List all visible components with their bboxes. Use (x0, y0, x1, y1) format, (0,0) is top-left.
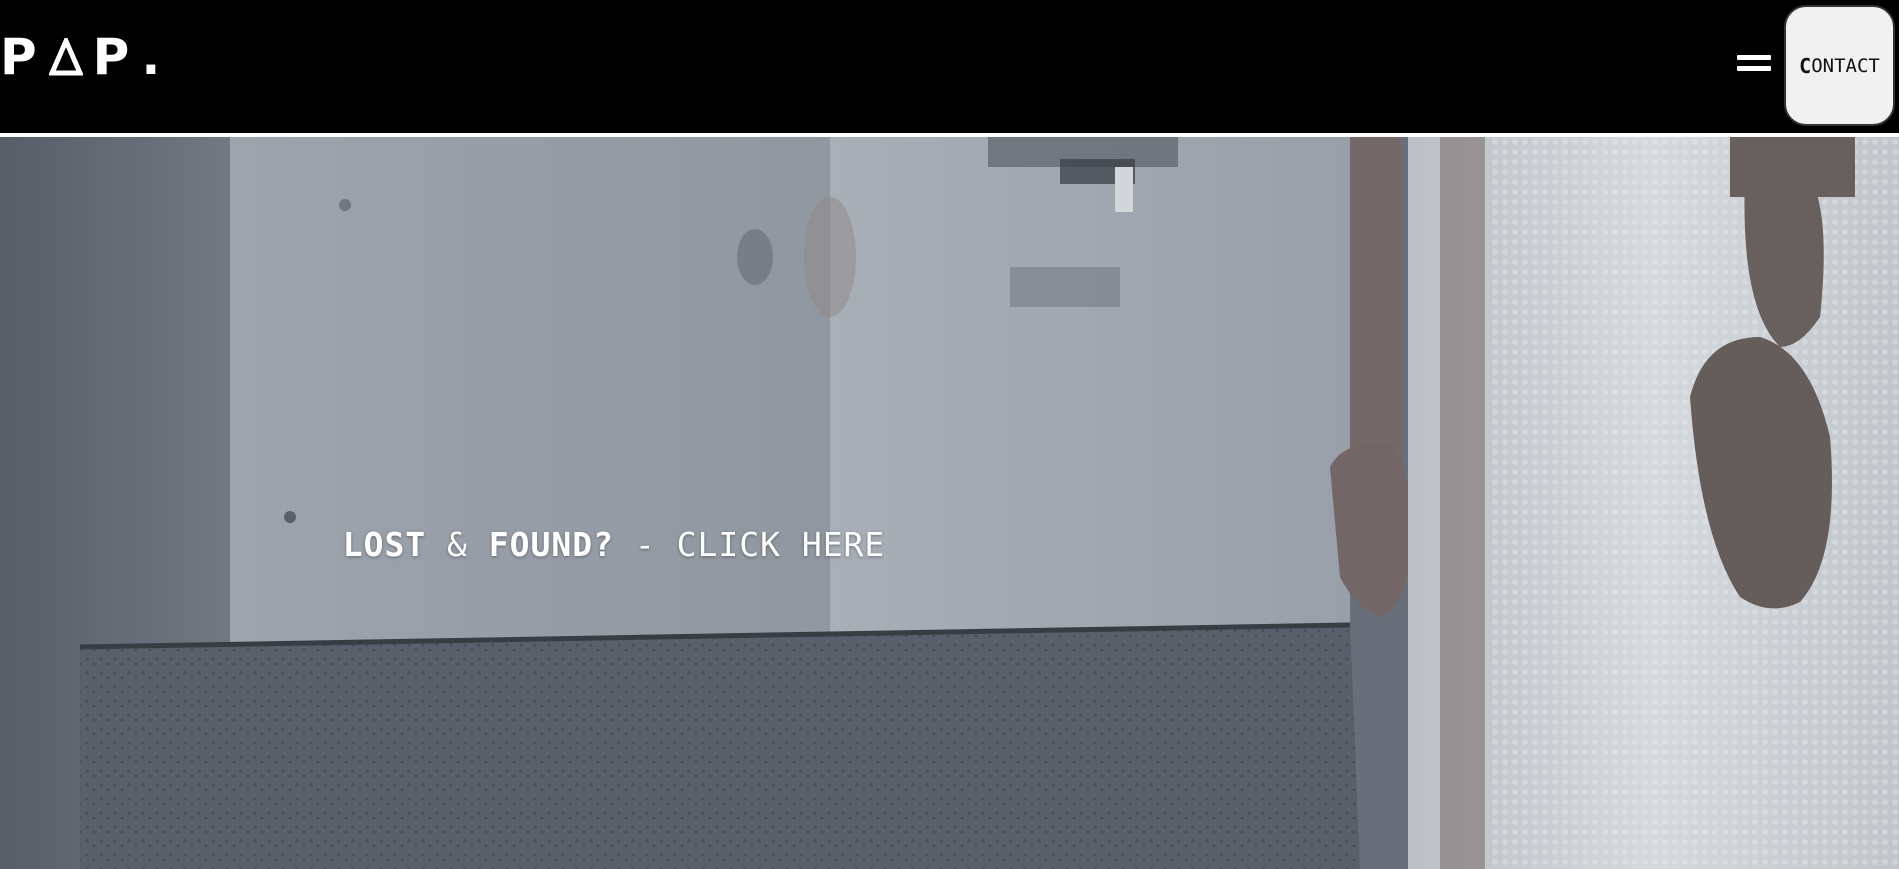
logo-letter-p2: P (92, 28, 132, 86)
site-logo[interactable]: P P . (0, 28, 163, 86)
hamburger-menu-icon[interactable] (1737, 53, 1771, 73)
cta-amp: & (426, 525, 489, 564)
contact-button[interactable]: C ONTACT (1784, 5, 1895, 126)
cta-click-here: - CLICK HERE (614, 525, 886, 564)
menu-bar-top (1737, 55, 1771, 60)
triangle-logo-icon (48, 38, 83, 76)
cta-lost: LOST (342, 525, 427, 564)
contact-rest: ONTACT (1811, 54, 1880, 77)
contact-first-letter: C (1799, 53, 1812, 78)
logo-dot: . (141, 28, 163, 86)
menu-bar-bottom (1737, 66, 1771, 71)
hero-image (0, 137, 1899, 869)
site-header: P P . C ONTACT (0, 0, 1899, 133)
lost-and-found-link[interactable]: LOST & FOUND? - CLICK HERE (0, 525, 1228, 564)
cta-found: FOUND? (488, 525, 615, 564)
logo-letter-p: P (0, 28, 39, 86)
hero-banner: LOST & FOUND? - CLICK HERE (0, 137, 1899, 869)
